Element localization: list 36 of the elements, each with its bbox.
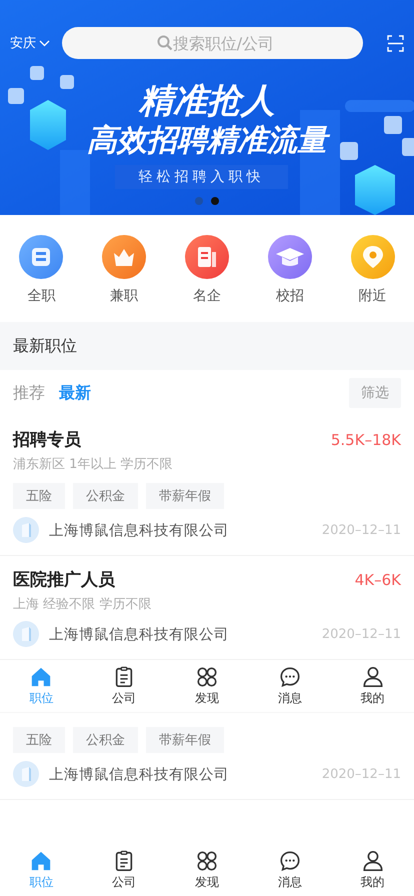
tab-bar-item[interactable]: 我的 <box>331 660 414 712</box>
post-date: 2020–12–11 <box>322 626 401 642</box>
job-title: 招聘专员 <box>13 429 81 451</box>
search-field[interactable]: 搜索职位/公司 <box>62 27 363 59</box>
company-name: 上海博鼠信息科技有限公司 <box>49 522 229 540</box>
category-button[interactable]: 校招 <box>248 235 332 322</box>
city-selector[interactable]: 安庆 <box>10 34 36 52</box>
job-title: 医院推广人员 <box>13 569 115 591</box>
banner-headline: 精准抢人 <box>139 80 275 123</box>
tab-bar-item[interactable]: 消息 <box>248 660 332 712</box>
category-button[interactable]: 全职 <box>0 235 83 322</box>
benefit-tag: 带薪年假 <box>146 483 224 509</box>
company-name: 上海博鼠信息科技有限公司 <box>49 626 229 644</box>
benefit-tag: 带薪年假 <box>146 727 224 753</box>
job-requirements: 浦东新区 1年以上 学历不限 <box>13 456 174 473</box>
salary: 4K–6K <box>354 570 401 588</box>
post-date: 2020–12–11 <box>322 766 401 782</box>
benefit-tag: 五险 <box>13 483 65 509</box>
salary: 5.5K–18K <box>330 430 401 448</box>
banner-tagline: 轻松招聘入职快 <box>115 165 288 189</box>
category-button[interactable]: 附近 <box>331 235 414 322</box>
category-button[interactable]: 兼职 <box>82 235 166 322</box>
section-title: 最新职位 <box>13 336 77 356</box>
benefit-tag: 公积金 <box>73 483 138 509</box>
tab-bar-item[interactable]: 发现 <box>166 844 248 896</box>
tab-bar-item[interactable]: 我的 <box>331 844 414 896</box>
tab-bar-item[interactable]: 消息 <box>248 844 332 896</box>
job-requirements: 上海 经验不限 学历不限 <box>13 596 152 613</box>
benefit-tag: 公积金 <box>73 727 138 753</box>
benefit-tag: 五险 <box>13 727 65 753</box>
tab-bar-item[interactable]: 公司 <box>82 844 166 896</box>
company-name: 上海博鼠信息科技有限公司 <box>49 766 229 784</box>
tab-bar-item[interactable]: 发现 <box>166 660 248 712</box>
tab-bar-item[interactable]: 公司 <box>82 660 166 712</box>
category-button[interactable]: 名企 <box>166 235 248 322</box>
post-date: 2020–12–11 <box>322 522 401 538</box>
